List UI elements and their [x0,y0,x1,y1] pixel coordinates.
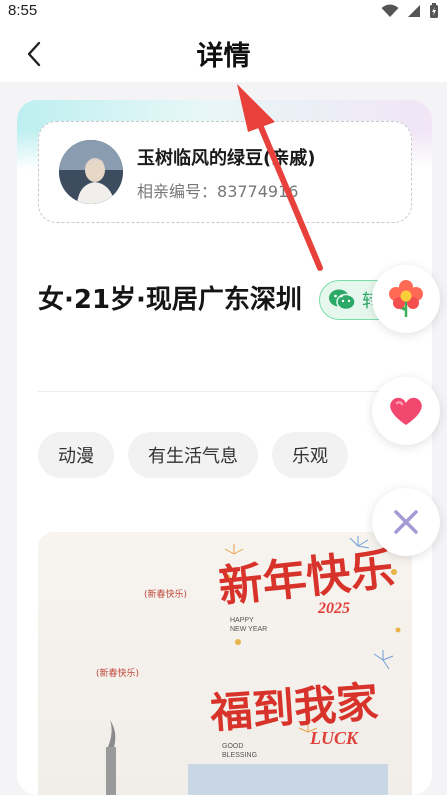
poster-good-blessing: GOOD BLESSING [222,743,258,759]
battery-icon [430,3,438,18]
poster-small-text: (新春快乐) [144,590,188,600]
tag: 乐观 [272,432,348,478]
status-bar: 8:55 [0,0,447,26]
status-time: 8:55 [8,2,38,19]
signal-icon [408,5,420,17]
id-label: 相亲编号： [137,182,218,201]
page-title: 详情 [196,41,251,72]
poster-happy-new-year: HAPPY NEW YEAR [230,617,268,633]
matchmaker-id: 相亲编号：83774916 [137,178,298,202]
poster-small-text: (新春快乐) [96,669,140,679]
tag: 有生活气息 [128,432,258,478]
matchmaker-name: 玉树临风的绿豆(亲戚) [137,148,316,169]
flower-button[interactable] [372,265,440,333]
wechat-icon [329,289,356,311]
status-icons [381,3,439,19]
tag-list: 动漫 有生活气息 乐观 [38,432,348,478]
dismiss-button[interactable] [372,488,440,556]
like-button[interactable] [372,377,440,445]
avatar[interactable] [59,140,123,204]
id-value: 83774916 [217,182,299,201]
profile-card: 玉树临风的绿豆(亲戚) 相亲编号：83774916 女·21岁·现居广东深圳 转… [17,100,432,795]
profile-photo[interactable]: (新春快乐) (新春快乐) 新年快乐 2025 HAPPY NEW YEAR 福… [38,532,412,795]
close-icon [394,510,418,534]
nav-bar: 详情 [0,26,447,82]
poster-luck: LUCK [310,728,359,748]
divider [38,391,412,392]
poster-year: 2025 [318,600,350,617]
flower-icon [389,280,423,317]
matchmaker-box[interactable]: 玉树临风的绿豆(亲戚) 相亲编号：83774916 [38,121,412,223]
wifi-icon [381,4,399,17]
heart-icon [390,397,422,425]
profile-headline: 女·21岁·现居广东深圳 [38,285,302,315]
avatar-photo [59,140,123,204]
tag: 动漫 [38,432,114,478]
